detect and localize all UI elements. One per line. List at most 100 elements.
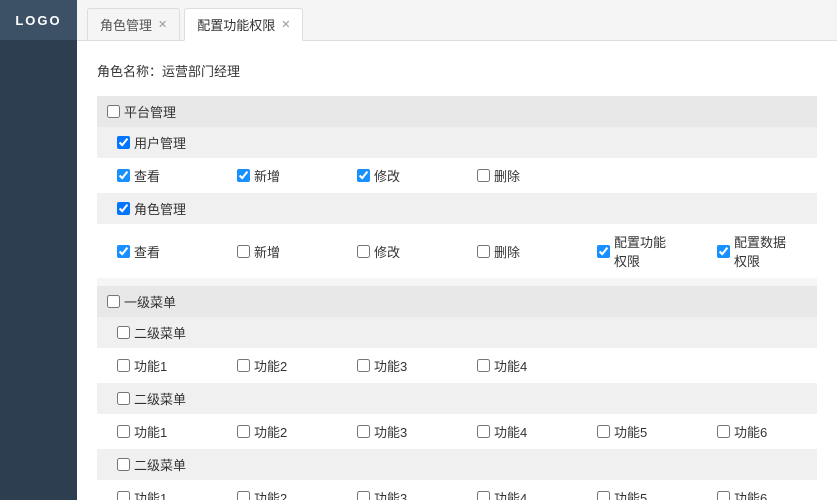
perm-l2-1-func1-checkbox[interactable] xyxy=(117,359,130,372)
perm-l2-2-func4-label: 功能4 xyxy=(494,422,527,441)
perm-l2-2-func3-checkbox[interactable] xyxy=(357,425,370,438)
perm-user-edit-label: 修改 xyxy=(374,166,400,185)
section-role-mgmt2-checkbox[interactable] xyxy=(117,202,130,215)
section-level2-1-label: 二级菜单 xyxy=(134,323,186,342)
perm-l2-2-func4[interactable]: 功能4 xyxy=(477,422,557,441)
perm-role-view-checkbox[interactable] xyxy=(117,245,130,258)
perm-user-delete-checkbox[interactable] xyxy=(477,169,490,182)
perm-l2-3-func2-checkbox[interactable] xyxy=(237,491,250,500)
perm-l2-1-func3-checkbox[interactable] xyxy=(357,359,370,372)
perm-l2-2-func5[interactable]: 功能5 xyxy=(597,422,677,441)
perm-role-config-data-checkbox[interactable] xyxy=(717,245,730,258)
perm-user-delete-label: 删除 xyxy=(494,166,520,185)
tab-role-mgmt[interactable]: 角色管理 ✕ xyxy=(87,8,180,40)
perm-user-view-checkbox[interactable] xyxy=(117,169,130,182)
perm-l2-2-func6-checkbox[interactable] xyxy=(717,425,730,438)
perm-l2-2-func4-checkbox[interactable] xyxy=(477,425,490,438)
perm-l2-2-func3-label: 功能3 xyxy=(374,422,407,441)
section-user-mgmt-checkbox[interactable] xyxy=(117,136,130,149)
perm-l2-3-func3-label: 功能3 xyxy=(374,488,407,500)
perm-role-view-label: 查看 xyxy=(134,242,160,261)
perm-l2-1-func2-checkbox[interactable] xyxy=(237,359,250,372)
role-name-label: 角色名称： xyxy=(97,64,162,79)
section-platform-label: 平台管理 xyxy=(124,102,176,121)
perm-l2-3-func4-label: 功能4 xyxy=(494,488,527,500)
perm-user-add[interactable]: 新增 xyxy=(237,166,317,185)
perm-l2-3-func4[interactable]: 功能4 xyxy=(477,488,557,500)
perm-l2-3-func3-checkbox[interactable] xyxy=(357,491,370,500)
perm-l2-2-func2-checkbox[interactable] xyxy=(237,425,250,438)
perm-l2-2-func2-label: 功能2 xyxy=(254,422,287,441)
tab-config-perm[interactable]: 配置功能权限 ✕ xyxy=(184,8,303,41)
perm-l2-3-func6-checkbox[interactable] xyxy=(717,491,730,500)
tab-bar: 角色管理 ✕ 配置功能权限 ✕ xyxy=(77,0,837,41)
perm-l2-1-func1[interactable]: 功能1 xyxy=(117,356,197,375)
perm-l2-2-func6[interactable]: 功能6 xyxy=(717,422,797,441)
role-mgmt2-perms-row: 查看 新增 修改 删除 配置功能权限 xyxy=(97,224,817,278)
role-name-value: 运营部门经理 xyxy=(162,64,240,79)
perm-role-add[interactable]: 新增 xyxy=(237,242,317,261)
perm-l2-3-func1-label: 功能1 xyxy=(134,488,167,500)
perm-role-edit[interactable]: 修改 xyxy=(357,242,437,261)
level2-1-perms-row: 功能1 功能2 功能3 功能4 xyxy=(97,348,817,383)
tab-role-mgmt-close[interactable]: ✕ xyxy=(158,18,167,31)
perm-role-delete[interactable]: 删除 xyxy=(477,242,557,261)
perm-user-add-checkbox[interactable] xyxy=(237,169,250,182)
section-level2-2-checkbox[interactable] xyxy=(117,392,130,405)
perm-l2-2-func3[interactable]: 功能3 xyxy=(357,422,437,441)
perm-l2-3-func1[interactable]: 功能1 xyxy=(117,488,197,500)
perm-role-edit-label: 修改 xyxy=(374,242,400,261)
perm-role-config-perm-checkbox[interactable] xyxy=(597,245,610,258)
perm-l2-2-func6-label: 功能6 xyxy=(734,422,767,441)
perm-l2-2-func1-checkbox[interactable] xyxy=(117,425,130,438)
perm-l2-1-func3[interactable]: 功能3 xyxy=(357,356,437,375)
perm-l2-3-func5[interactable]: 功能5 xyxy=(597,488,677,500)
content-area: 角色名称：运营部门经理 平台管理 用户管理 查看 xyxy=(77,41,837,500)
section-level2-3-header: 二级菜单 xyxy=(97,449,817,480)
section-level1-checkbox[interactable] xyxy=(107,295,120,308)
perm-role-delete-checkbox[interactable] xyxy=(477,245,490,258)
section-level2-3-checkbox[interactable] xyxy=(117,458,130,471)
section-level1-menu: 一级菜单 二级菜单 功能1 功能2 xyxy=(97,286,817,500)
perm-role-add-checkbox[interactable] xyxy=(237,245,250,258)
section-level2-1-checkbox[interactable] xyxy=(117,326,130,339)
perm-l2-2-func5-checkbox[interactable] xyxy=(597,425,610,438)
perm-l2-3-func2[interactable]: 功能2 xyxy=(237,488,317,500)
perm-role-view[interactable]: 查看 xyxy=(117,242,197,261)
perm-l2-2-func2[interactable]: 功能2 xyxy=(237,422,317,441)
perm-l2-1-func4-checkbox[interactable] xyxy=(477,359,490,372)
perm-l2-2-func1[interactable]: 功能1 xyxy=(117,422,197,441)
perm-l2-1-func3-label: 功能3 xyxy=(374,356,407,375)
section-platform-header: 平台管理 xyxy=(97,96,817,127)
perm-l2-3-func4-checkbox[interactable] xyxy=(477,491,490,500)
section-role-mgmt2-header: 角色管理 xyxy=(97,193,817,224)
perm-l2-3-func1-checkbox[interactable] xyxy=(117,491,130,500)
perm-role-edit-checkbox[interactable] xyxy=(357,245,370,258)
perm-l2-3-func6[interactable]: 功能6 xyxy=(717,488,797,500)
perm-role-config-data[interactable]: 配置数据权限 xyxy=(717,232,797,270)
perm-l2-1-func2[interactable]: 功能2 xyxy=(237,356,317,375)
perm-l2-2-func5-label: 功能5 xyxy=(614,422,647,441)
perm-role-config-perm-label: 配置功能权限 xyxy=(614,232,677,270)
section-user-mgmt-header: 用户管理 xyxy=(97,127,817,158)
level2-2-perms-row: 功能1 功能2 功能3 功能4 功能5 xyxy=(97,414,817,449)
section-level1-label: 一级菜单 xyxy=(124,292,176,311)
perm-role-config-perm[interactable]: 配置功能权限 xyxy=(597,232,677,270)
perm-user-view[interactable]: 查看 xyxy=(117,166,197,185)
perm-user-edit-checkbox[interactable] xyxy=(357,169,370,182)
perm-l2-1-func4[interactable]: 功能4 xyxy=(477,356,557,375)
perm-role-delete-label: 删除 xyxy=(494,242,520,261)
tab-config-perm-close[interactable]: ✕ xyxy=(281,18,290,31)
perm-user-edit[interactable]: 修改 xyxy=(357,166,437,185)
section-platform: 平台管理 用户管理 查看 新增 修 xyxy=(97,96,817,278)
perm-l2-1-func4-label: 功能4 xyxy=(494,356,527,375)
perm-l2-3-func3[interactable]: 功能3 xyxy=(357,488,437,500)
section-role-mgmt2-label: 角色管理 xyxy=(134,199,186,218)
logo: LOGO xyxy=(0,0,77,40)
section-level1-header: 一级菜单 xyxy=(97,286,817,317)
tab-config-perm-label: 配置功能权限 xyxy=(197,15,275,34)
section-platform-checkbox[interactable] xyxy=(107,105,120,118)
perm-l2-3-func5-checkbox[interactable] xyxy=(597,491,610,500)
perm-l2-3-func5-label: 功能5 xyxy=(614,488,647,500)
perm-user-delete[interactable]: 删除 xyxy=(477,166,557,185)
